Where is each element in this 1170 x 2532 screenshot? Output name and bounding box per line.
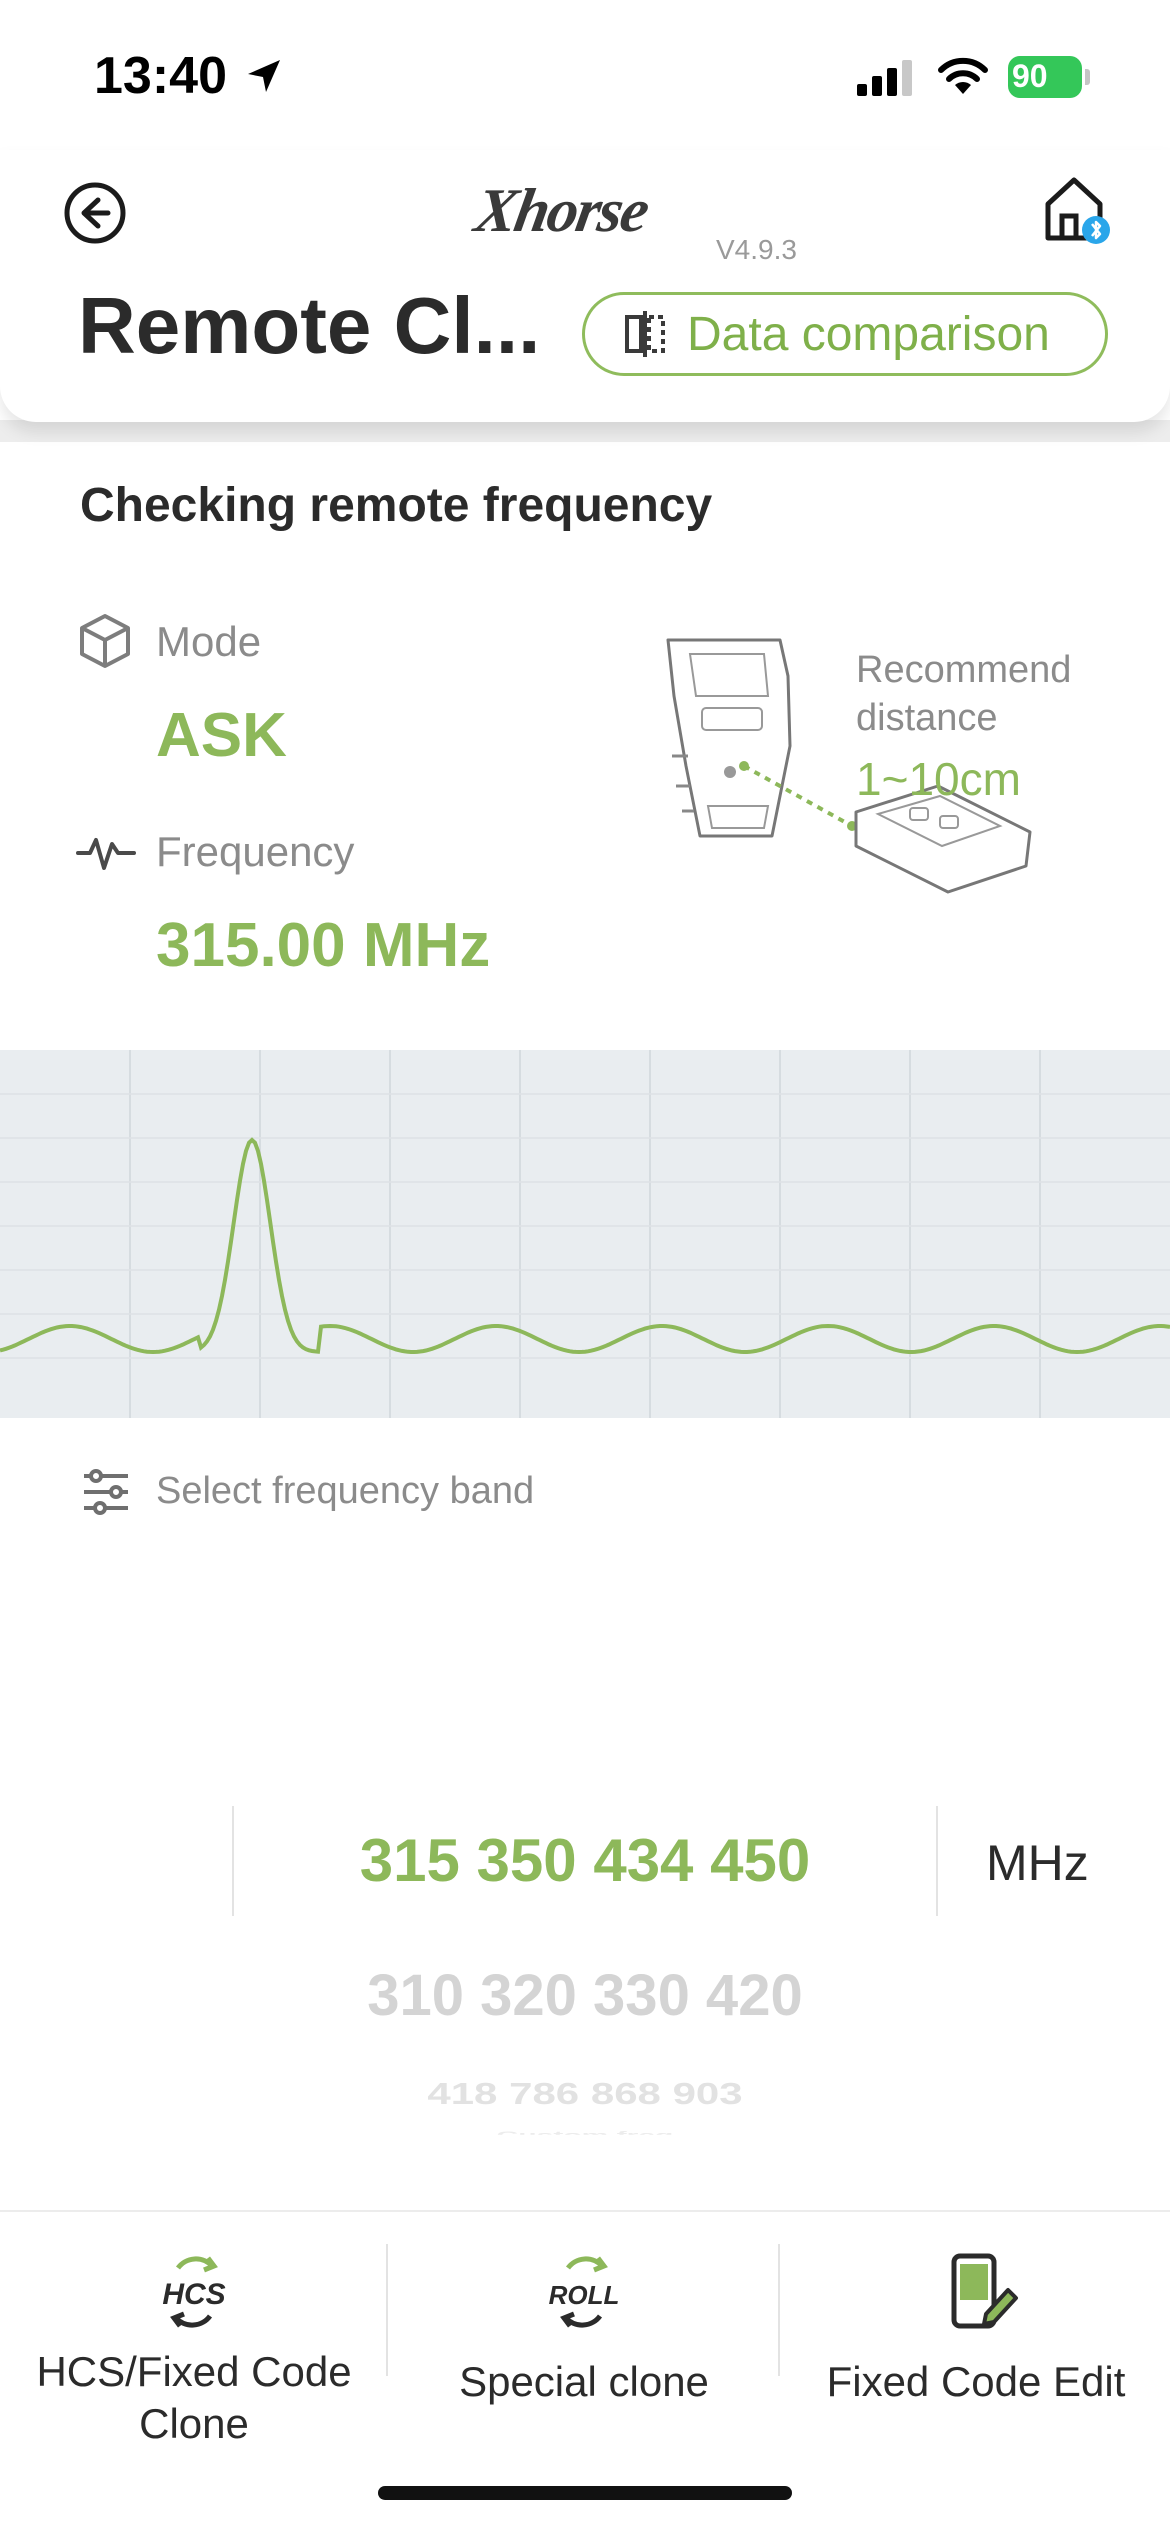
- signal-waveform-svg: [0, 1050, 1170, 1418]
- toolbar-divider: [386, 2244, 388, 2376]
- bottom-item-label: Special clone: [459, 2358, 709, 2405]
- graph-grid: [0, 1050, 1170, 1418]
- data-comparison-label: Data comparison: [687, 307, 1050, 361]
- data-comparison-button[interactable]: Data comparison: [582, 292, 1108, 376]
- status-bar: 13:40 90: [0, 0, 1170, 150]
- home-indicator: [378, 2486, 792, 2500]
- band-picker-selected[interactable]: 315 350 434 450: [234, 1826, 936, 1895]
- header-card: Xhorse V4.9.3 Remote Cl... Data comparis…: [0, 150, 1170, 422]
- band-picker-option[interactable]: 310 320 330 420: [234, 1962, 936, 2029]
- recommend-distance-label: Recommend distance: [856, 649, 1072, 739]
- section-title: Checking remote frequency: [80, 479, 713, 532]
- back-arrow-icon[interactable]: [62, 180, 128, 246]
- svg-text:ROLL: ROLL: [549, 2280, 620, 2310]
- wifi-icon: [938, 57, 988, 94]
- special-clone-button[interactable]: ROLL Special clone: [394, 2252, 774, 2408]
- frequency-label: Frequency: [156, 828, 355, 875]
- page-title: Remote Cl...: [78, 281, 541, 370]
- recommend-distance-value: 1~10cm: [856, 753, 1021, 805]
- fixed-code-edit-button[interactable]: Fixed Code Edit: [786, 2252, 1166, 2408]
- cellular-signal-icon: [857, 60, 912, 96]
- edit-phone-icon: [951, 2253, 1018, 2329]
- home-bluetooth-icon[interactable]: [1040, 174, 1112, 246]
- mode-value: ASK: [156, 701, 287, 770]
- signal-waveform-line: [0, 1137, 1170, 1355]
- roll-icon: ROLL: [549, 2256, 620, 2328]
- battery-level: 90: [1012, 58, 1048, 94]
- hcs-icon: HCS: [162, 2256, 226, 2328]
- band-picker-option[interactable]: Custom freq: [234, 2129, 936, 2135]
- pulse-icon: [76, 838, 136, 870]
- battery-cap: [1085, 69, 1090, 85]
- svg-text:HCS: HCS: [162, 2278, 225, 2311]
- brand: Xhorse V4.9.3: [470, 176, 797, 265]
- band-picker-option[interactable]: 418 786 868 903: [234, 2077, 936, 2112]
- app-version: V4.9.3: [716, 234, 797, 265]
- toolbar-divider: [778, 2244, 780, 2376]
- signal-waveform-graph: [0, 1050, 1170, 1418]
- mode-label: Mode: [156, 618, 262, 665]
- frequency-value: 315.00 MHz: [156, 911, 491, 980]
- band-unit: MHz: [986, 1835, 1089, 1891]
- bottom-toolbar: HCS HCS/Fixed Code Clone ROLL Special cl…: [0, 2210, 1170, 2532]
- brand-logo: Xhorse: [470, 177, 653, 245]
- section-separator: [0, 420, 1170, 442]
- compare-icon: [625, 311, 665, 357]
- location-arrow-icon: [248, 60, 280, 92]
- bottom-item-label: Fixed Code Edit: [826, 2358, 1126, 2405]
- picker-divider: [936, 1806, 938, 1916]
- cube-icon: [80, 614, 130, 668]
- battery-charging-icon: 90: [1008, 56, 1090, 98]
- hcs-fixed-code-clone-button[interactable]: HCS HCS/Fixed Code Clone: [4, 2252, 384, 2450]
- bottom-item-label: HCS/Fixed Code Clone: [36, 2348, 352, 2447]
- status-time: 13:40: [94, 47, 227, 105]
- sliders-icon: [84, 1469, 128, 1515]
- select-band-label: Select frequency band: [156, 1470, 535, 1512]
